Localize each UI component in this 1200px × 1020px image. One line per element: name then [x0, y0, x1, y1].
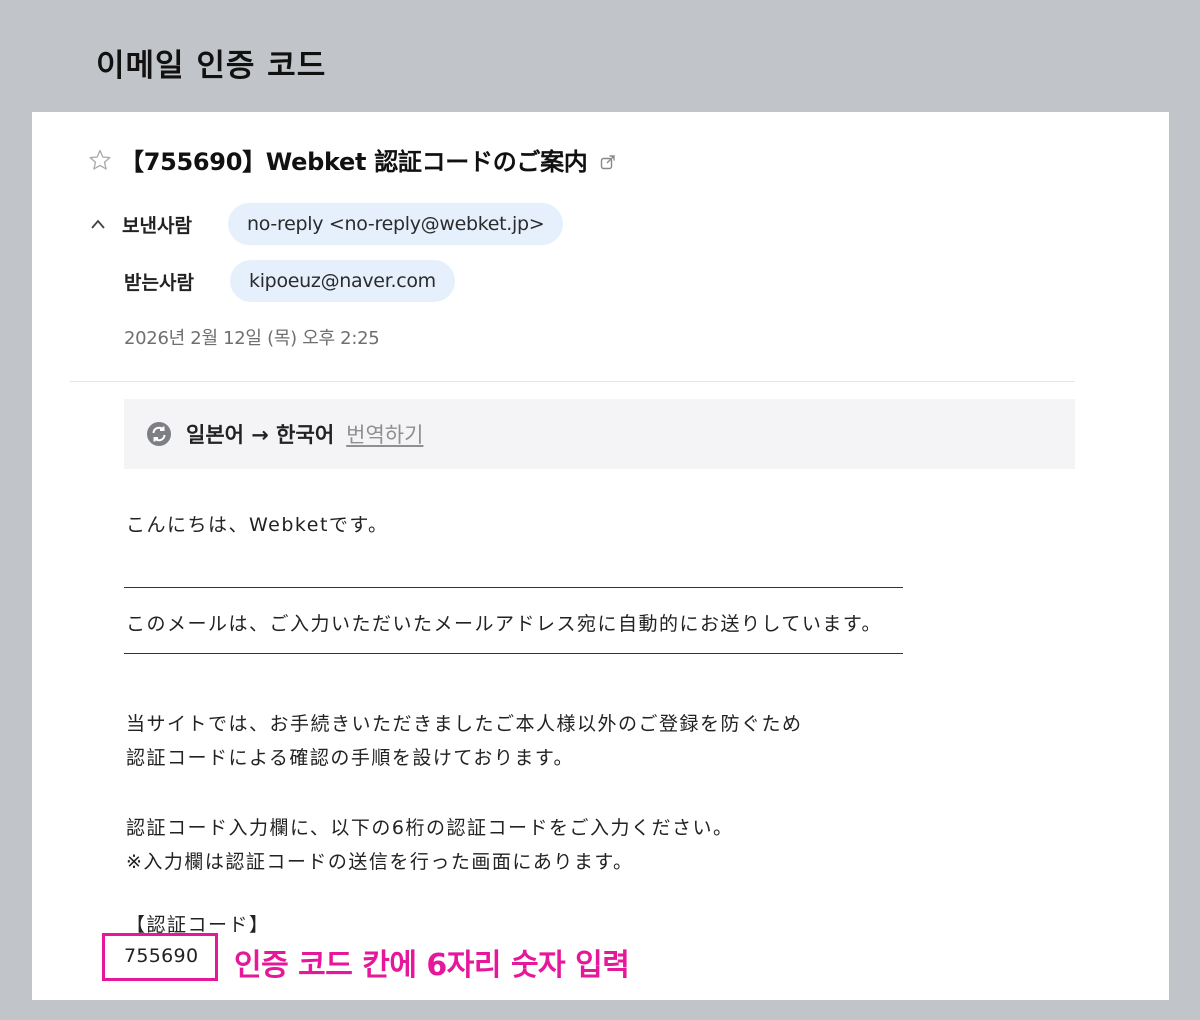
body-notice: このメールは、ご入力いただいたメールアドレス宛に自動的にお送りしています。	[126, 613, 883, 635]
sender-chip[interactable]: no-reply <no-reply@webket.jp>	[228, 203, 564, 245]
body-paragraph2-line1: 認証コード入力欄に、以下の6桁の認証コードをご入力ください。	[126, 817, 734, 839]
recipient-label: 받는사람	[124, 271, 194, 294]
body-rule-bottom	[124, 653, 903, 654]
body-rule-top	[124, 587, 903, 588]
external-link-icon[interactable]	[600, 154, 616, 170]
body-paragraph1-line2: 認証コードによる確認の手順を設けております。	[126, 747, 574, 769]
email-panel: 【755690】Webket 認証コードのご案内 보낸사람 no-reply <…	[32, 112, 1169, 1000]
header-divider	[70, 381, 1075, 382]
email-date: 2026년 2월 12일 (목) 오후 2:25	[124, 328, 380, 349]
code-annotation: 인증 코드 칸에 6자리 숫자 입력	[234, 948, 630, 983]
body-paragraph2-line2: ※入力欄は認証コードの送信を行った画面にあります。	[126, 851, 634, 873]
email-subject: 【755690】Webket 認証コードのご案内	[120, 148, 588, 176]
recipient-row: 받는사람 kipoeuz@naver.com	[124, 260, 455, 302]
verification-code: 755690	[124, 945, 199, 967]
body-paragraph1-line1: 当サイトでは、お手続きいただきましたご本人様以外のご登録を防ぐため	[126, 713, 803, 735]
sender-row: 보낸사람 no-reply <no-reply@webket.jp>	[90, 203, 564, 245]
collapse-chevron-icon[interactable]	[90, 217, 106, 231]
sender-label: 보낸사람	[122, 214, 192, 237]
translate-bar: 일본어 → 한국어 번역하기	[124, 399, 1075, 469]
body-greeting: こんにちは、Webketです。	[126, 514, 389, 536]
star-icon[interactable]	[88, 148, 112, 172]
translate-link[interactable]: 번역하기	[346, 419, 423, 449]
translation-language-pair: 일본어 → 한국어	[186, 423, 335, 447]
translate-icon	[147, 422, 171, 446]
page-heading: 이메일 인증 코드	[96, 48, 327, 84]
recipient-chip[interactable]: kipoeuz@naver.com	[230, 260, 455, 302]
subject-row: 【755690】Webket 認証コードのご案内	[88, 142, 616, 177]
